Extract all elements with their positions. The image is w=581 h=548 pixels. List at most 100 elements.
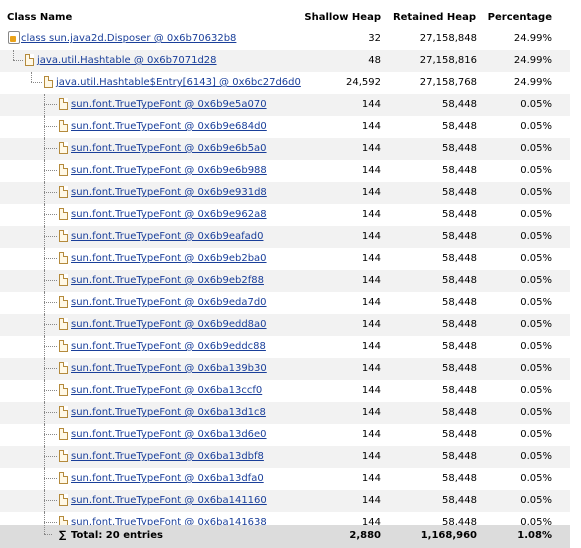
tree-line — [44, 490, 45, 512]
object-link[interactable]: sun.font.TrueTypeFont @ 0x6ba13dbf8 — [71, 451, 264, 462]
percentage-value: 0.05% — [520, 429, 552, 440]
tree-line — [44, 380, 45, 402]
retained-heap-value: 58,448 — [442, 209, 477, 220]
table-row[interactable]: sun.font.TrueTypeFont @ 0x6ba13d6e0 144 58… — [0, 424, 570, 446]
table-row[interactable]: sun.font.TrueTypeFont @ 0x6b9e6b5a0 144 58… — [0, 138, 570, 160]
tree-line — [13, 50, 14, 60]
tree-line — [44, 446, 45, 468]
table-row[interactable]: sun.font.TrueTypeFont @ 0x6b9e931d8 144 58… — [0, 182, 570, 204]
table-row[interactable]: sun.font.TrueTypeFont @ 0x6ba13d1c8 144 58… — [0, 402, 570, 424]
tree-line — [44, 270, 45, 292]
object-link[interactable]: sun.font.TrueTypeFont @ 0x6b9e931d8 — [71, 187, 267, 198]
object-link[interactable]: java.util.Hashtable @ 0x6b7071d28 — [37, 55, 217, 66]
table-row[interactable]: sun.font.TrueTypeFont @ 0x6ba13dbf8 144 58… — [0, 446, 570, 468]
shallow-heap-value: 144 — [361, 165, 381, 176]
col-class-name[interactable]: Class Name — [7, 12, 72, 23]
tree-line — [44, 336, 45, 358]
tree-line — [44, 226, 45, 248]
retained-heap-value: 58,448 — [442, 187, 477, 198]
retained-heap-value: 58,448 — [442, 231, 477, 242]
tree-line — [44, 534, 52, 535]
table-row[interactable]: java.util.Hashtable @ 0x6b7071d28 48 27,15… — [0, 50, 570, 72]
percentage-value: 0.05% — [520, 363, 552, 374]
retained-heap-value: 58,448 — [442, 495, 477, 506]
percentage-value: 0.05% — [520, 451, 552, 462]
object-link[interactable]: sun.font.TrueTypeFont @ 0x6ba13ccf0 — [71, 385, 262, 396]
object-link[interactable]: sun.font.TrueTypeFont @ 0x6ba13dfa0 — [71, 473, 264, 484]
object-link[interactable]: class sun.java2d.Disposer @ 0x6b70632b8 — [21, 33, 236, 44]
col-percentage[interactable]: Percentage — [488, 12, 552, 23]
table-row[interactable]: sun.font.TrueTypeFont @ 0x6b9edd8a0 144 58… — [0, 314, 570, 336]
tree-line — [13, 60, 23, 61]
retained-heap-value: 58,448 — [442, 363, 477, 374]
shallow-heap-value: 144 — [361, 341, 381, 352]
object-link[interactable]: sun.font.TrueTypeFont @ 0x6b9e684d0 — [71, 121, 267, 132]
object-link[interactable]: sun.font.TrueTypeFont @ 0x6ba139b30 — [71, 363, 267, 374]
object-link[interactable]: sun.font.TrueTypeFont @ 0x6b9eb2f88 — [71, 275, 264, 286]
table-row[interactable]: sun.font.TrueTypeFont @ 0x6ba13dfa0 144 58… — [0, 468, 570, 490]
tree-line — [44, 358, 45, 380]
tree-line — [44, 368, 57, 369]
table-row[interactable]: sun.font.TrueTypeFont @ 0x6b9e5a070 144 58… — [0, 94, 570, 116]
object-link[interactable]: sun.font.TrueTypeFont @ 0x6b9e5a070 — [71, 99, 267, 110]
table-row[interactable]: sun.font.TrueTypeFont @ 0x6b9e962a8 144 58… — [0, 204, 570, 226]
object-link[interactable]: sun.font.TrueTypeFont @ 0x6ba13d1c8 — [71, 407, 266, 418]
percentage-value: 0.05% — [520, 99, 552, 110]
tree-line — [44, 138, 45, 160]
percentage-value: 0.05% — [520, 385, 552, 396]
percentage-value: 0.05% — [520, 341, 552, 352]
tree-line — [44, 126, 57, 127]
tree-line — [44, 280, 57, 281]
col-shallow-heap[interactable]: Shallow Heap — [304, 12, 381, 23]
table-row[interactable]: sun.font.TrueTypeFont @ 0x6b9eddc88 144 58… — [0, 336, 570, 358]
tree-line — [44, 468, 45, 490]
percentage-value: 24.99% — [513, 77, 552, 88]
scrollbar-track[interactable] — [570, 0, 581, 548]
retained-heap-value: 58,448 — [442, 429, 477, 440]
object-link[interactable]: sun.font.TrueTypeFont @ 0x6b9eafad0 — [71, 231, 263, 242]
object-link[interactable]: sun.font.TrueTypeFont @ 0x6ba13d6e0 — [71, 429, 267, 440]
table-row[interactable]: sun.font.TrueTypeFont @ 0x6b9e6b988 144 58… — [0, 160, 570, 182]
tree-line — [44, 390, 57, 391]
table-row[interactable]: sun.font.TrueTypeFont @ 0x6b9eb2f88 144 58… — [0, 270, 570, 292]
object-link[interactable]: sun.font.TrueTypeFont @ 0x6b9edd8a0 — [71, 319, 267, 330]
object-icon — [59, 164, 68, 176]
table-row[interactable]: class sun.java2d.Disposer @ 0x6b70632b8 3… — [0, 28, 570, 50]
percentage-value: 0.05% — [520, 319, 552, 330]
percentage-value: 0.05% — [520, 407, 552, 418]
shallow-heap-value: 24,592 — [346, 77, 381, 88]
object-link[interactable]: sun.font.TrueTypeFont @ 0x6b9e962a8 — [71, 209, 267, 220]
object-icon — [59, 450, 68, 462]
object-icon — [59, 362, 68, 374]
object-link[interactable]: sun.font.TrueTypeFont @ 0x6ba141160 — [71, 495, 267, 506]
table-row[interactable]: sun.font.TrueTypeFont @ 0x6ba141160 144 58… — [0, 490, 570, 512]
table-row[interactable]: sun.font.TrueTypeFont @ 0x6b9eb2ba0 144 58… — [0, 248, 570, 270]
tree-line — [44, 324, 57, 325]
table-row[interactable]: sun.font.TrueTypeFont @ 0x6b9eda7d0 144 58… — [0, 292, 570, 314]
object-link[interactable]: java.util.Hashtable$Entry[6143] @ 0x6bc2… — [56, 77, 301, 88]
table-row[interactable]: sun.font.TrueTypeFont @ 0x6ba139b30 144 58… — [0, 358, 570, 380]
object-icon — [59, 428, 68, 440]
shallow-heap-value: 144 — [361, 429, 381, 440]
tree-line — [44, 424, 45, 446]
object-link[interactable]: sun.font.TrueTypeFont @ 0x6b9eddc88 — [71, 341, 266, 352]
object-link[interactable]: sun.font.TrueTypeFont @ 0x6b9eda7d0 — [71, 297, 267, 308]
tree-line — [44, 478, 57, 479]
total-retained: 1,168,960 — [420, 530, 477, 541]
shallow-heap-value: 144 — [361, 209, 381, 220]
table-row[interactable]: sun.font.TrueTypeFont @ 0x6b9eafad0 144 58… — [0, 226, 570, 248]
sum-icon: ∑ — [59, 530, 67, 541]
shallow-heap-value: 48 — [368, 55, 381, 66]
table-row[interactable]: sun.font.TrueTypeFont @ 0x6ba13ccf0 144 58… — [0, 380, 570, 402]
object-link[interactable]: sun.font.TrueTypeFont @ 0x6b9e6b988 — [71, 165, 267, 176]
tree-line — [44, 302, 57, 303]
retained-heap-value: 58,448 — [442, 165, 477, 176]
col-retained-heap[interactable]: Retained Heap — [393, 12, 476, 23]
table-row[interactable]: sun.font.TrueTypeFont @ 0x6b9e684d0 144 58… — [0, 116, 570, 138]
retained-heap-value: 27,158,848 — [419, 33, 477, 44]
object-link[interactable]: sun.font.TrueTypeFont @ 0x6b9e6b5a0 — [71, 143, 267, 154]
object-link[interactable]: sun.font.TrueTypeFont @ 0x6b9eb2ba0 — [71, 253, 267, 264]
table-row[interactable]: java.util.Hashtable$Entry[6143] @ 0x6bc2… — [0, 72, 570, 94]
percentage-value: 0.05% — [520, 253, 552, 264]
tree-line — [44, 412, 57, 413]
